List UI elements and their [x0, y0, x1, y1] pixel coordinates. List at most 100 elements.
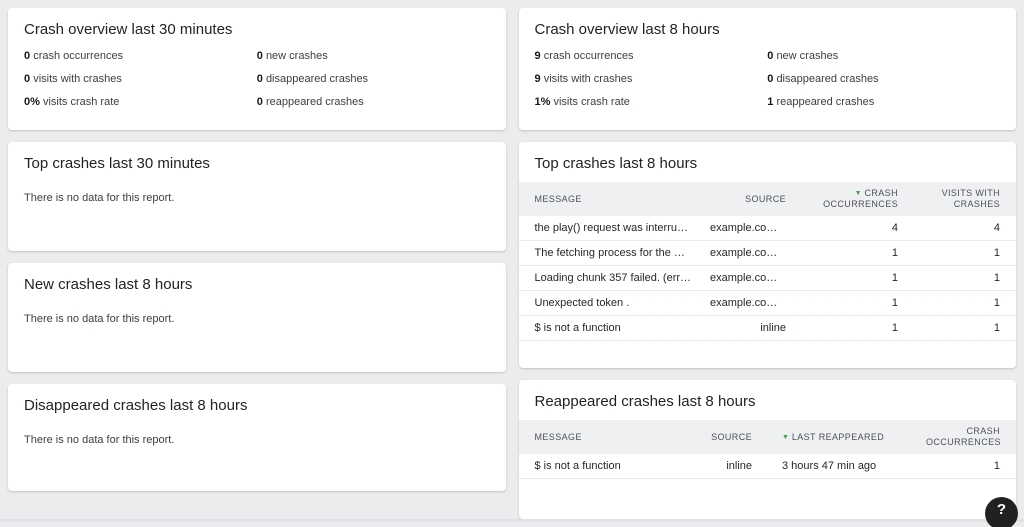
stat-value: 1 [767, 96, 773, 108]
stat-disappeared-crashes: 0 disappeared crashes [257, 72, 490, 86]
stats-column-left: 9 crash occurrences 9 visits with crashe… [535, 40, 768, 109]
cell-visits-with-crashes: 1 [906, 266, 1016, 291]
right-column: Crash overview last 8 hours 9 crash occu… [519, 8, 1017, 519]
table-row[interactable]: $ is not a function inline 1 1 [519, 316, 1017, 341]
col-header-crash-occurrences[interactable]: CRASH OCCURRENCES [918, 420, 1016, 454]
stat-value: 0 [257, 50, 263, 62]
cell-crash-occurrences: 4 [794, 216, 906, 241]
stat-value: 0 [767, 50, 773, 62]
cell-source: example.com/test.js [702, 291, 794, 316]
cell-message: $ is not a function [519, 454, 669, 479]
overview-stats: 9 crash occurrences 9 visits with crashe… [519, 40, 1017, 109]
sort-desc-icon: ▼ [782, 434, 789, 441]
stat-label: visits with crashes [544, 73, 633, 85]
col-header-source[interactable]: SOURCE [668, 420, 760, 454]
stat-new-crashes: 0 new crashes [767, 49, 1000, 63]
top-crashes-table: MESSAGE SOURCE ▼ CRASH OCCURRENCES VISIT… [519, 182, 1017, 341]
stat-reappeared-crashes: 1 reappeared crashes [767, 95, 1000, 109]
stat-value: 0 [257, 96, 263, 108]
stat-label: disappeared crashes [776, 73, 878, 85]
col-header-message[interactable]: MESSAGE [519, 182, 703, 216]
cell-visits-with-crashes: 1 [906, 316, 1016, 341]
table-row[interactable]: The fetching process for the media resou… [519, 241, 1017, 266]
card-title: Top crashes last 8 hours [519, 142, 1017, 174]
card-top-crashes-30m: Top crashes last 30 minutes There is no … [8, 142, 506, 251]
stat-label: visits crash rate [43, 96, 119, 108]
card-title: Reappeared crashes last 8 hours [519, 380, 1017, 412]
table-row[interactable]: Loading chunk 357 failed. (error: https:… [519, 266, 1017, 291]
cell-crash-occurrences: 1 [794, 266, 906, 291]
card-reappeared-crashes-8h: Reappeared crashes last 8 hours MESSAGE … [519, 380, 1017, 519]
stats-column-right: 0 new crashes 0 disappeared crashes 0 re… [257, 40, 490, 109]
card-crash-overview-30m: Crash overview last 30 minutes 0 crash o… [8, 8, 506, 130]
stat-label: crash occurrences [544, 50, 634, 62]
cell-message: $ is not a function [519, 316, 703, 341]
stat-value: 0 [24, 50, 30, 62]
stat-label: new crashes [776, 50, 838, 62]
sort-desc-icon: ▼ [855, 190, 862, 197]
cell-message: the play() request was interrupted by a … [519, 216, 703, 241]
col-header-label: LAST REAPPEARED [792, 432, 884, 442]
stat-value: 9 [535, 73, 541, 85]
card-title: New crashes last 8 hours [8, 263, 506, 295]
cell-crash-occurrences: 1 [794, 241, 906, 266]
stat-label: visits crash rate [553, 96, 629, 108]
cell-crash-occurrences: 1 [794, 291, 906, 316]
stat-value: 1% [535, 96, 551, 108]
col-header-message[interactable]: MESSAGE [519, 420, 669, 454]
col-header-last-reappeared[interactable]: ▼ LAST REAPPEARED [760, 420, 918, 454]
cell-crash-occurrences: 1 [794, 316, 906, 341]
stat-value: 0 [257, 73, 263, 85]
stat-visits-crash-rate: 1% visits crash rate [535, 95, 768, 109]
stat-label: crash occurrences [33, 50, 123, 62]
stat-value: 0 [767, 73, 773, 85]
cell-message: Loading chunk 357 failed. (error: https:… [519, 266, 703, 291]
table-header-row: MESSAGE SOURCE ▼ CRASH OCCURRENCES VISIT… [519, 182, 1017, 216]
col-header-crash-occurrences[interactable]: ▼ CRASH OCCURRENCES [794, 182, 906, 216]
table-row[interactable]: the play() request was interrupted by a … [519, 216, 1017, 241]
stat-label: reappeared crashes [776, 96, 874, 108]
col-header-visits-with-crashes[interactable]: VISITS WITH CRASHES [906, 182, 1016, 216]
stat-crash-occurrences: 9 crash occurrences [535, 49, 768, 63]
card-title: Crash overview last 30 minutes [8, 8, 506, 40]
cell-last-reappeared: 3 hours 47 min ago [760, 454, 918, 479]
card-top-crashes-8h: Top crashes last 8 hours MESSAGE SOURCE … [519, 142, 1017, 368]
col-header-source[interactable]: SOURCE [702, 182, 794, 216]
stat-visits-crash-rate: 0% visits crash rate [24, 95, 257, 109]
crash-dashboard: Crash overview last 30 minutes 0 crash o… [0, 0, 1024, 527]
stat-crash-occurrences: 0 crash occurrences [24, 49, 257, 63]
card-title: Crash overview last 8 hours [519, 8, 1017, 40]
stat-label: reappeared crashes [266, 96, 364, 108]
stat-label: visits with crashes [33, 73, 122, 85]
card-crash-overview-8h: Crash overview last 8 hours 9 crash occu… [519, 8, 1017, 130]
empty-report-message: There is no data for this report. [24, 192, 490, 204]
cell-visits-with-crashes: 1 [906, 241, 1016, 266]
stat-visits-with-crashes: 9 visits with crashes [535, 72, 768, 86]
cell-visits-with-crashes: 4 [906, 216, 1016, 241]
stat-visits-with-crashes: 0 visits with crashes [24, 72, 257, 86]
cell-source: inline [702, 316, 794, 341]
cell-source: example.com/test.js [702, 241, 794, 266]
table-header-row: MESSAGE SOURCE ▼ LAST REAPPEARED CRASH O… [519, 420, 1017, 454]
stat-label: disappeared crashes [266, 73, 368, 85]
stats-column-right: 0 new crashes 0 disappeared crashes 1 re… [767, 40, 1000, 109]
card-title: Disappeared crashes last 8 hours [8, 384, 506, 416]
cell-source: example.com/test.js [702, 266, 794, 291]
stats-column-left: 0 crash occurrences 0 visits with crashe… [24, 40, 257, 109]
stat-reappeared-crashes: 0 reappeared crashes [257, 95, 490, 109]
stat-label: new crashes [266, 50, 328, 62]
card-title: Top crashes last 30 minutes [8, 142, 506, 174]
left-column: Crash overview last 30 minutes 0 crash o… [8, 8, 506, 519]
cell-crash-occurrences: 1 [918, 454, 1016, 479]
table-row[interactable]: Unexpected token . example.com/test.js 1… [519, 291, 1017, 316]
cell-source: example.com/test.js [702, 216, 794, 241]
cell-visits-with-crashes: 1 [906, 291, 1016, 316]
stat-value: 0 [24, 73, 30, 85]
overview-stats: 0 crash occurrences 0 visits with crashe… [8, 40, 506, 109]
empty-report-message: There is no data for this report. [24, 434, 490, 446]
cell-message: The fetching process for the media resou… [519, 241, 703, 266]
cell-message: Unexpected token . [519, 291, 703, 316]
table-row[interactable]: $ is not a function inline 3 hours 47 mi… [519, 454, 1017, 479]
cell-source: inline [668, 454, 760, 479]
reappeared-crashes-table: MESSAGE SOURCE ▼ LAST REAPPEARED CRASH O… [519, 420, 1017, 479]
